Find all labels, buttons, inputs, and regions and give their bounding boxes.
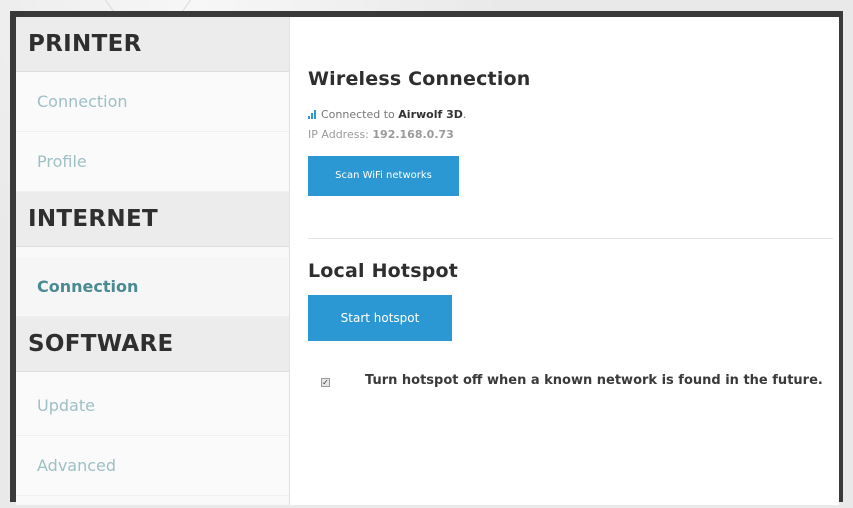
signal-bars-icon — [308, 110, 317, 119]
sidebar-section-software: SOFTWARE — [16, 317, 289, 372]
section-divider — [308, 238, 833, 239]
scan-wifi-button[interactable]: Scan WiFi networks — [308, 156, 459, 196]
start-hotspot-button[interactable]: Start hotspot — [308, 295, 452, 341]
wireless-status: Connected to Airwolf 3D. — [308, 108, 466, 121]
status-prefix: Connected to — [321, 108, 399, 121]
wireless-heading: Wireless Connection — [308, 68, 531, 90]
network-name: Airwolf 3D — [398, 108, 463, 121]
sidebar-section-internet: INTERNET — [16, 192, 289, 247]
hotspot-heading: Local Hotspot — [308, 260, 459, 282]
app-content: PRINTER Connection Profile INTERNET Conn… — [16, 17, 839, 505]
check-icon: ✓ — [322, 378, 329, 387]
main-panel: Wireless Connection Connected to Airwolf… — [290, 17, 839, 505]
status-suffix: . — [462, 108, 467, 121]
ip-label: IP Address: — [308, 128, 373, 141]
sidebar-item-profile[interactable]: Profile — [16, 132, 289, 192]
sidebar: PRINTER Connection Profile INTERNET Conn… — [16, 17, 290, 505]
sidebar-section-printer: PRINTER — [16, 17, 289, 72]
sidebar-item-printer-connection[interactable]: Connection — [16, 72, 289, 132]
sidebar-item-advanced[interactable]: Advanced — [16, 436, 289, 496]
ip-address: IP Address: 192.168.0.73 — [308, 128, 454, 141]
sidebar-item-update[interactable]: Update — [16, 376, 289, 436]
ip-value: 192.168.0.73 — [372, 128, 454, 141]
auto-off-label: Turn hotspot off when a known network is… — [365, 373, 823, 388]
auto-off-checkbox[interactable]: ✓ — [321, 378, 330, 387]
sidebar-item-internet-connection[interactable]: Connection — [16, 257, 289, 317]
app-window: PRINTER Connection Profile INTERNET Conn… — [10, 11, 843, 505]
